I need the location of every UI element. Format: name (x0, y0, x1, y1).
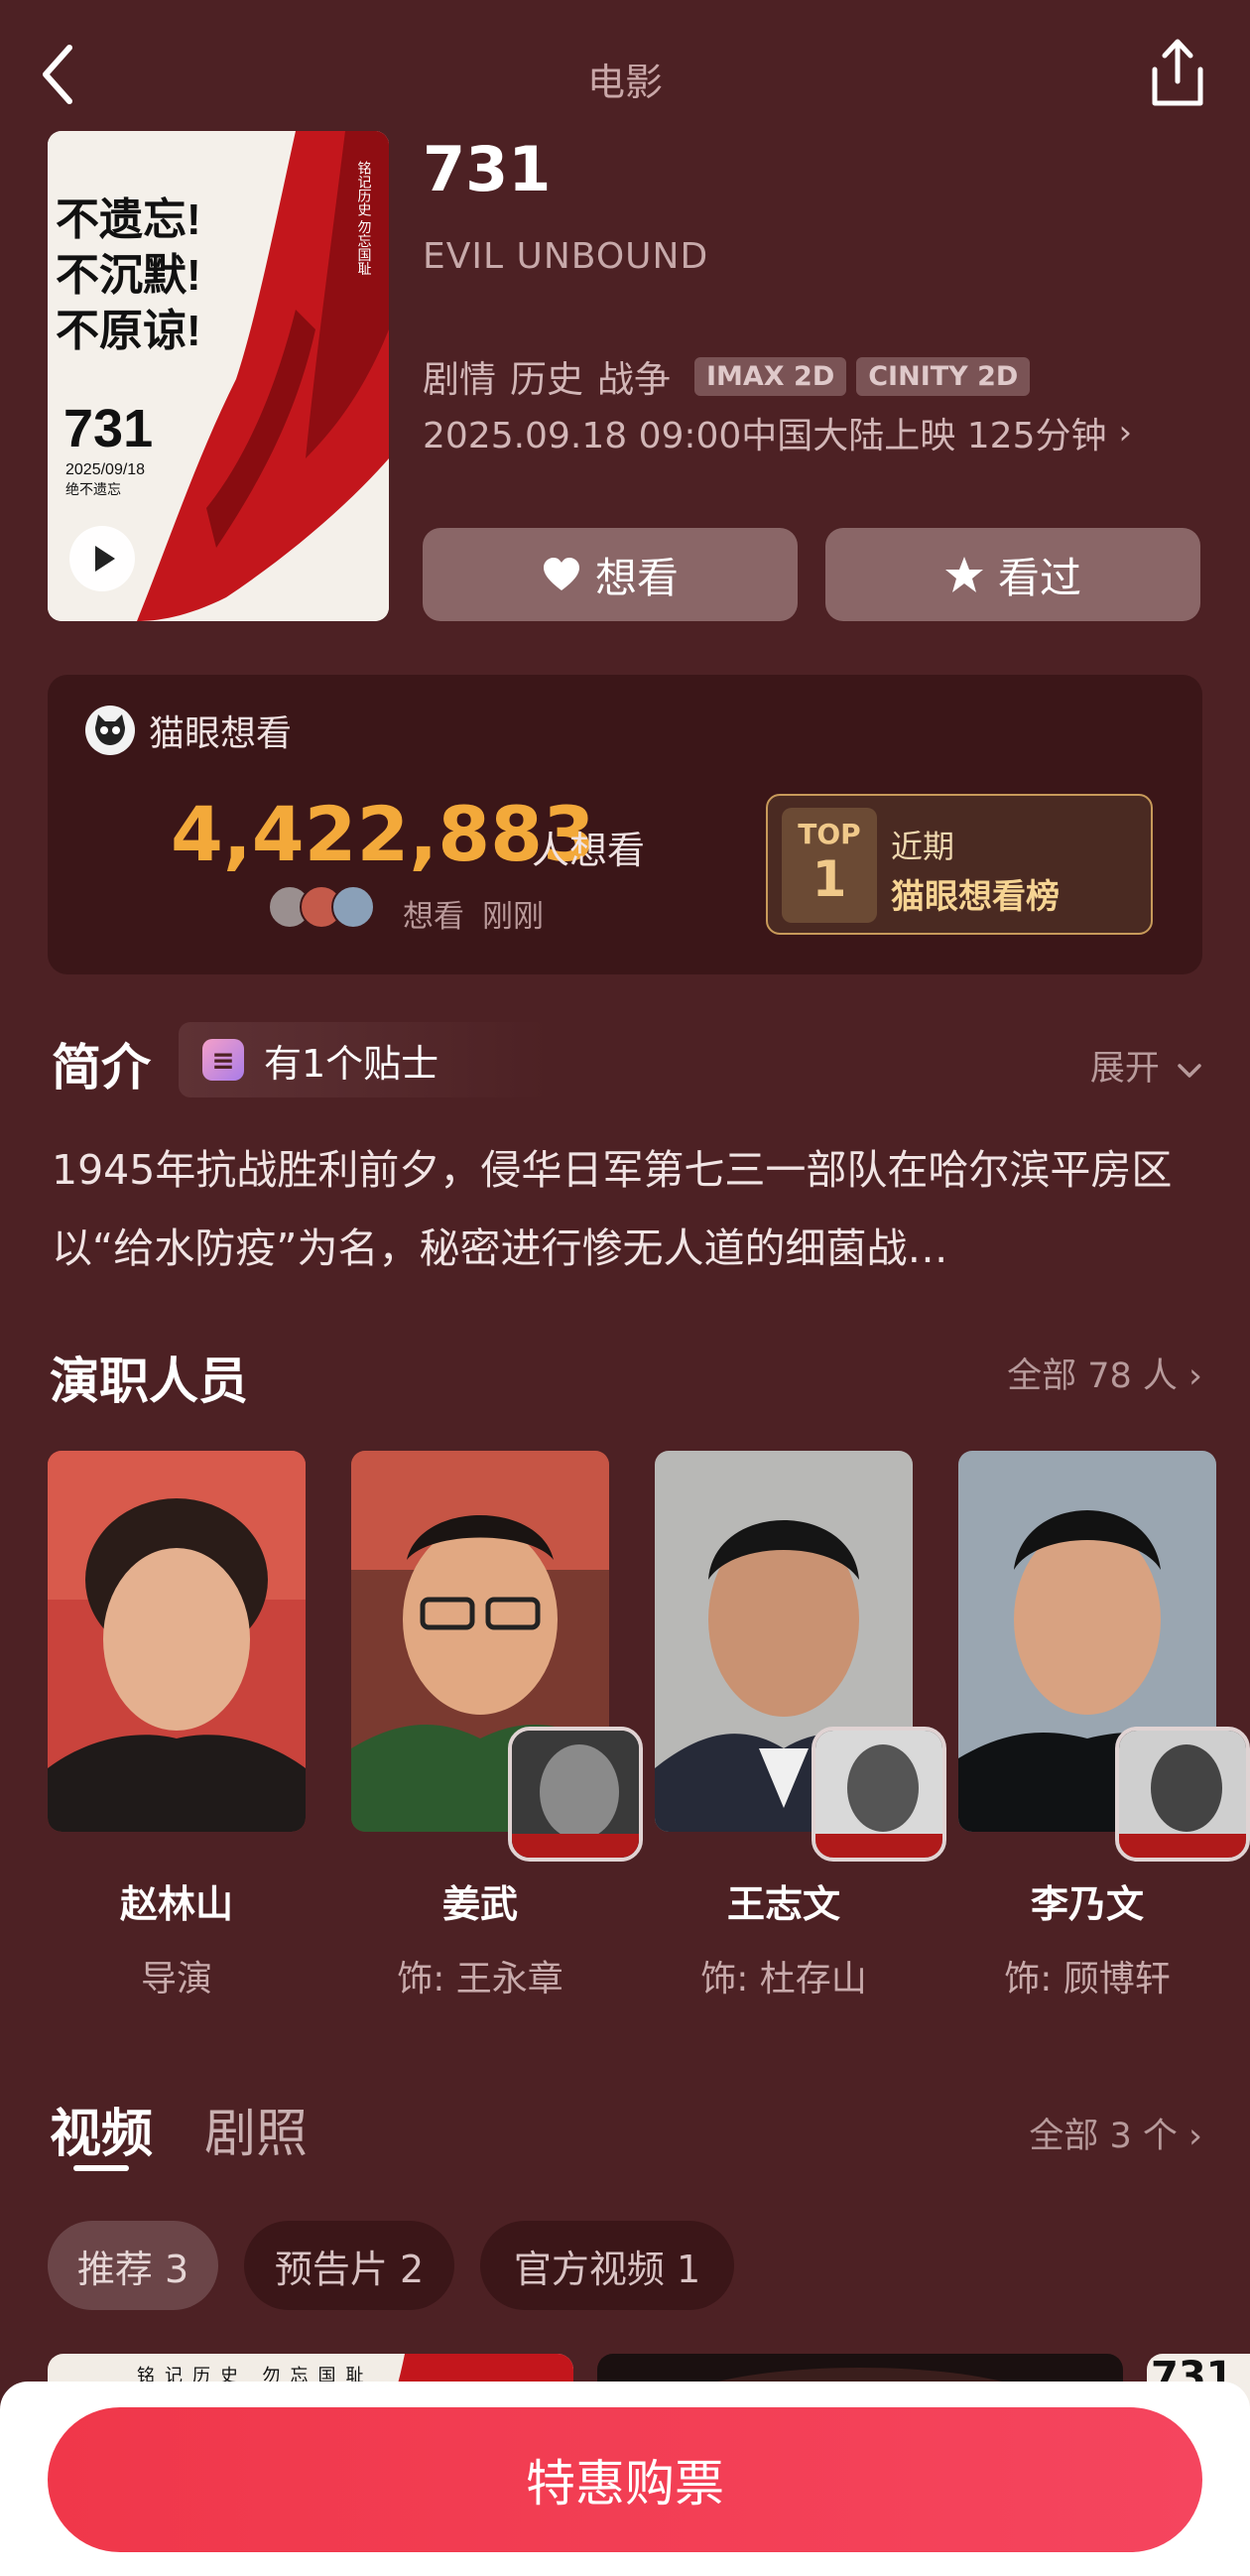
avatar (331, 885, 375, 929)
genre-tag: 战争 (597, 358, 671, 401)
cast-role: 饰: 杜存山 (700, 1959, 867, 1999)
cast-card[interactable]: 赵林山 导演 (48, 1451, 306, 2001)
tab-videos[interactable]: 视频 (50, 2092, 153, 2166)
genre-tag: 历史 (510, 358, 583, 401)
cast-role: 饰: 王永章 (397, 1959, 563, 1999)
chevron-right-icon: › (1188, 2117, 1202, 2156)
buy-ticket-button[interactable]: 特惠购票 (48, 2407, 1202, 2552)
videos-see-all-link[interactable]: 全部 3 个 › (1029, 2108, 1202, 2158)
intro-title: 简介 (52, 1039, 151, 1096)
cast-card[interactable]: 王志文 饰: 杜存山 (655, 1451, 946, 2001)
svg-text:不遗忘!: 不遗忘! (56, 195, 201, 244)
cast-see-all-link[interactable]: 全部 78 人 › (1007, 1348, 1202, 1398)
movie-english-title: EVIL UNBOUND (423, 236, 709, 277)
chevron-down-icon (1178, 1064, 1201, 1078)
share-icon (1152, 39, 1203, 106)
bottom-purchase-bar: 特惠购票 (0, 2382, 1250, 2576)
maoyan-want-label: 猫眼想看 (85, 705, 292, 756)
want-ranking-badge[interactable]: TOP 1 近期 猫眼想看榜 (766, 794, 1153, 935)
rank-list-title: 猫眼想看榜 (891, 877, 1060, 917)
cast-name: 姜武 (441, 1882, 518, 1926)
watched-button[interactable]: 看过 (825, 528, 1200, 621)
tip-icon: ≡ (202, 1039, 244, 1081)
videos-see-all-label: 全部 3 个 (1029, 2117, 1178, 2156)
movie-poster[interactable]: 不遗忘! 不沉默! 不原谅! 731 2025/09/18 绝不遗忘 铭记历史 … (48, 131, 389, 621)
cast-card[interactable]: 李乃文 饰: 顾博轩 (958, 1451, 1250, 2001)
cast-name: 李乃文 (1030, 1882, 1144, 1926)
chevron-right-icon: › (1118, 413, 1133, 452)
seen-label: 看过 (997, 553, 1081, 602)
chip-official-videos[interactable]: 官方视频 1 (480, 2221, 734, 2310)
share-button[interactable] (1143, 38, 1212, 111)
rank-period: 近期 (891, 828, 955, 865)
expand-synopsis-button[interactable]: 展开 (1090, 1040, 1202, 1091)
chip-recommended[interactable]: 推荐 3 (48, 2221, 218, 2310)
cast-photo (48, 1451, 306, 1832)
chip-trailers[interactable]: 预告片 2 (244, 2221, 454, 2310)
svg-text:2025/09/18: 2025/09/18 (65, 461, 145, 478)
expand-label: 展开 (1089, 1049, 1160, 1089)
movie-detail-page: 电影 不遗忘! 不沉默! 不原谅! 731 2025/09/18 绝不遗忘 铭记… (0, 0, 1250, 2576)
release-text: 2025.09.18 09:00中国大陆上映 125分钟 (423, 416, 1107, 456)
recent-want-time: 刚刚 (482, 899, 544, 935)
page-title: 电影 (586, 61, 663, 104)
star-icon (944, 557, 983, 592)
cast-name: 王志文 (726, 1882, 840, 1926)
format-badge: IMAX 2D (694, 356, 847, 396)
recent-want-meta: 想看 刚刚 (403, 891, 562, 936)
cast-role: 导演 (140, 1959, 212, 1999)
release-info[interactable]: 2025.09.18 09:00中国大陆上映 125分钟 › (423, 407, 1132, 458)
want-to-watch-card: 猫眼想看 4,422,883 人想看 想看 刚刚 TOP 1 近期 猫眼想看榜 (48, 675, 1202, 974)
tips-label: 有1个贴士 (264, 1041, 439, 1086)
synopsis-text[interactable]: 1945年抗战胜利前夕，侵华日军第七三一部队在哈尔滨平房区以“给水防疫”为名，秘… (52, 1131, 1202, 1288)
cast-see-all-label: 全部 78 人 (1007, 1356, 1178, 1396)
rank-top-label: TOP (798, 818, 861, 850)
want-label: 想看 (594, 553, 679, 602)
active-tab-indicator (73, 2165, 129, 2171)
svg-text:绝不遗忘: 绝不遗忘 (65, 481, 121, 497)
cast-card[interactable]: 姜武 饰: 王永章 (351, 1451, 643, 2001)
play-icon (95, 546, 115, 572)
role-still-thumbnail (1115, 1727, 1250, 1862)
want-to-watch-button[interactable]: 想看 (423, 528, 798, 621)
role-still-thumbnail (812, 1727, 946, 1862)
movie-title: 731 (423, 133, 552, 205)
want-count-suffix: 人想看 (532, 829, 646, 872)
rank-medal: TOP 1 (782, 808, 877, 923)
heart-icon (543, 558, 579, 590)
maoyan-cat-icon (85, 706, 135, 755)
play-trailer-button[interactable] (69, 526, 135, 591)
role-still-thumbnail (508, 1727, 643, 1862)
svg-text:不沉默!: 不沉默! (56, 251, 201, 300)
header: 电影 (0, 0, 1250, 149)
format-badge: CINITY 2D (856, 356, 1031, 396)
chevron-right-icon: › (1188, 1356, 1202, 1396)
genre-row: 剧情 历史 战争 IMAX 2D CINITY 2D (423, 349, 1031, 403)
cast-name: 赵林山 (119, 1882, 233, 1926)
tab-stills[interactable]: 剧照 (204, 2092, 308, 2166)
cast-title: 演职人员 (50, 1352, 248, 1410)
tips-pill[interactable]: ≡ 有1个贴士 (179, 1022, 548, 1097)
svg-text:不原谅!: 不原谅! (56, 307, 201, 355)
recent-want-action: 想看 (403, 899, 464, 935)
maoyan-want-text: 猫眼想看 (149, 713, 293, 754)
genre-tag: 剧情 (423, 358, 496, 401)
svg-text:铭记历史 勿忘国耻: 铭记历史 勿忘国耻 (356, 161, 372, 276)
svg-text:731: 731 (63, 399, 153, 458)
rank-number: 1 (812, 850, 847, 908)
recent-user-avatars (268, 885, 375, 929)
cast-role: 饰: 顾博轩 (1004, 1959, 1171, 1999)
